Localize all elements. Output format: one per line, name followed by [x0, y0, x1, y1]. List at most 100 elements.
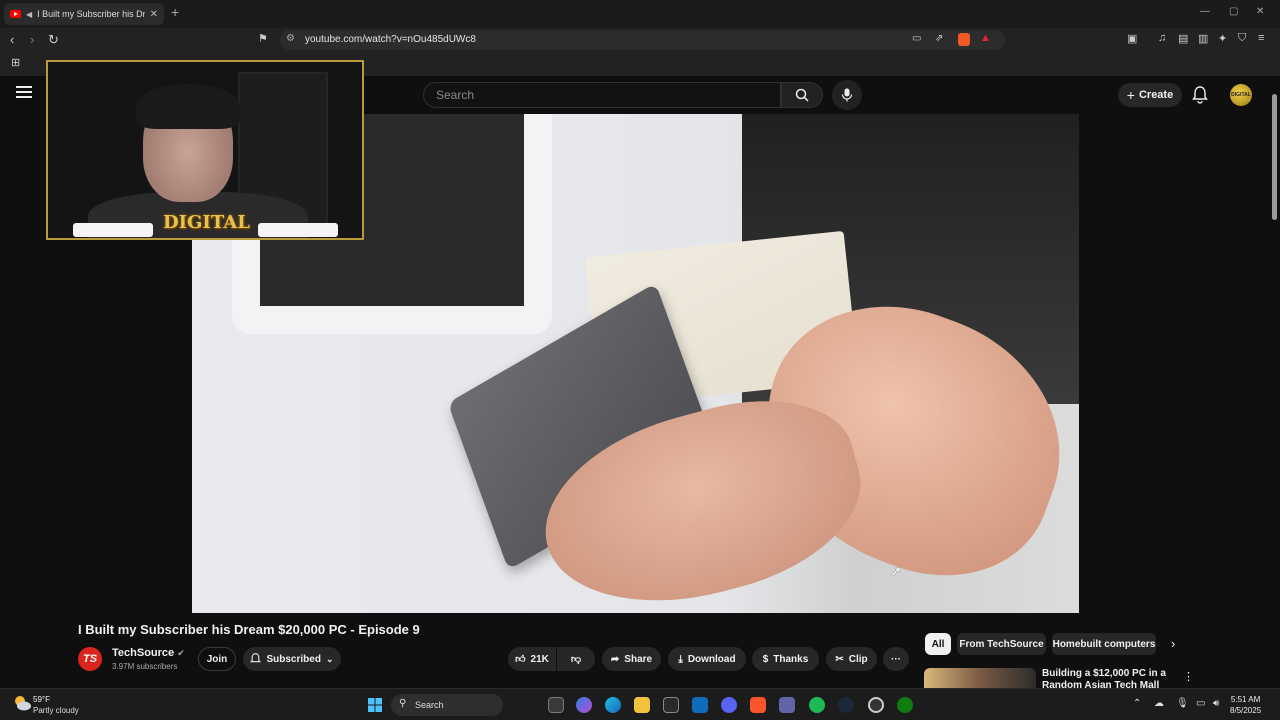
weather-icon[interactable] [12, 693, 32, 713]
windows-start-icon[interactable] [367, 697, 383, 713]
vpn-icon[interactable]: ⛉ [1238, 32, 1246, 45]
menu-icon[interactable]: ≡ [1258, 32, 1264, 44]
weather-condition: Partly cloudy [33, 706, 79, 715]
search-box[interactable] [423, 82, 781, 108]
thumbs-down-icon: 👎︎ [570, 654, 582, 665]
share-page-icon[interactable]: ⇗ [935, 33, 943, 44]
new-tab-icon[interactable]: + [171, 4, 179, 20]
windows-taskbar: 59°F Partly cloudy ⚲ Search ⌃ ☁ 🎙︎ ▭ 🔊︎ … [0, 688, 1280, 720]
steam-icon[interactable] [838, 697, 854, 713]
reading-list-icon[interactable]: ▤ [1178, 32, 1188, 45]
clip-button[interactable]: ✂ Clip [826, 647, 877, 671]
like-count: 21K [530, 653, 549, 665]
recommendation-title[interactable]: Building a $12,000 PC in a Random Asian … [1042, 668, 1172, 688]
download-icon: ⤓ [678, 653, 683, 665]
avatar-text: DIGITAL [1231, 92, 1251, 98]
webcam-person-hair [136, 84, 240, 129]
search-button[interactable] [781, 82, 823, 108]
obs-icon[interactable] [868, 697, 884, 713]
thanks-button[interactable]: $ Thanks [752, 647, 819, 671]
page-scrollbar[interactable] [1270, 86, 1278, 686]
browser-tab[interactable]: ◀︎ I Built my Subscriber his Dream ✕ [4, 3, 164, 25]
edge-icon[interactable] [605, 697, 621, 713]
more-icon: ··· [891, 653, 901, 665]
taskbar-search-icon: ⚲ [399, 698, 407, 709]
share-button[interactable]: ➦ Share [602, 647, 661, 671]
task-view-icon[interactable] [548, 697, 564, 713]
forward-icon[interactable]: › [30, 32, 34, 47]
rewards-icon[interactable]: ▲ [980, 32, 991, 44]
channel-avatar[interactable]: TS [78, 647, 102, 671]
site-settings-icon[interactable]: ⚙ [286, 33, 295, 44]
teams-icon[interactable] [779, 697, 795, 713]
video-title: I Built my Subscriber his Dream $20,000 … [78, 622, 420, 637]
chips-next-icon[interactable]: › [1171, 636, 1175, 651]
subscriber-count: 3.97M subscribers [112, 662, 178, 671]
account-avatar[interactable]: DIGITAL [1230, 84, 1252, 106]
super-thanks-icon: $ [762, 653, 769, 665]
back-icon[interactable]: ‹ [10, 32, 14, 47]
volume-icon[interactable]: 🔊︎ [1213, 698, 1219, 709]
channel-logo-text: TS [82, 653, 98, 665]
brave-shield-icon[interactable] [958, 33, 970, 46]
notifications-bell-icon[interactable] [1192, 86, 1208, 104]
onedrive-icon[interactable]: ☁ [1154, 698, 1164, 709]
speaker-icon[interactable]: ◀︎ [26, 10, 32, 19]
file-explorer-icon[interactable] [634, 697, 650, 713]
close-tab-icon[interactable]: ✕ [150, 9, 158, 20]
dislike-button[interactable]: 👎︎ [557, 647, 595, 671]
recommendation-thumbnail[interactable] [924, 668, 1036, 688]
brave-icon[interactable] [750, 697, 766, 713]
download-button[interactable]: ⤓ Download [668, 647, 746, 671]
wallet-icon[interactable]: ▥ [1198, 32, 1208, 45]
chip-from-channel[interactable]: From TechSource [957, 633, 1046, 655]
channel-name[interactable]: TechSource ✔ [112, 647, 185, 659]
microphone-tray-icon[interactable]: 🎙︎ [1176, 698, 1189, 709]
download-label: Download [687, 653, 736, 665]
network-icon[interactable]: ▭ [1196, 698, 1205, 709]
store-icon[interactable] [663, 697, 679, 713]
address-bar[interactable]: ⚙ youtube.com/watch?v=nOu485dUWc8 ▭ ⇗ ▲ [280, 30, 1005, 50]
like-button[interactable]: 👍︎ 21K [508, 647, 556, 671]
taskbar-clock[interactable]: 5:51 AM 8/5/2025 [1230, 694, 1261, 716]
close-window-icon[interactable]: ✕ [1256, 6, 1264, 17]
url-text: youtube.com/watch?v=nOu485dUWc8 [305, 34, 476, 45]
clock-date: 8/5/2025 [1230, 706, 1262, 715]
voice-search-button[interactable] [832, 80, 862, 110]
reload-icon[interactable]: ↻ [48, 32, 59, 48]
maximize-icon[interactable]: ▢ [1229, 6, 1238, 17]
create-label: Create [1138, 89, 1174, 101]
taskbar-search-label: Search [415, 700, 444, 710]
subscribed-label: Subscribed [266, 653, 321, 665]
channel-name-text: TechSource [112, 647, 175, 659]
more-actions-button[interactable]: ··· [883, 647, 909, 671]
join-button[interactable]: Join [198, 647, 236, 671]
outlook-icon[interactable] [692, 697, 708, 713]
scrollbar-thumb[interactable] [1272, 94, 1277, 220]
create-button[interactable]: + Create [1118, 83, 1182, 107]
guide-menu-icon[interactable] [16, 86, 32, 100]
tray-overflow-icon[interactable]: ⌃ [1133, 698, 1141, 709]
discord-icon[interactable] [721, 697, 737, 713]
xbox-icon[interactable] [897, 697, 913, 713]
spotify-icon[interactable] [809, 697, 825, 713]
browser-nav-bar: ‹ › ↻ ⚑ ⚙ youtube.com/watch?v=nOu485dUWc… [0, 28, 1280, 52]
bookmark-icon[interactable]: ⚑ [258, 32, 268, 45]
chip-homebuilt-computers[interactable]: Homebuilt computers [1052, 633, 1156, 655]
ai-assistant-icon[interactable]: ✦ [1218, 32, 1227, 45]
verified-badge-icon: ✔ [177, 648, 185, 658]
music-icon[interactable]: ♫ [1158, 32, 1166, 44]
subscribed-button[interactable]: Subscribed ⌄ [243, 647, 341, 671]
apps-grid-icon[interactable]: ⊞ [11, 56, 20, 69]
share-icon: ➦ [610, 653, 620, 665]
taskbar-search[interactable]: ⚲ Search [391, 694, 503, 716]
recommendation-menu-icon[interactable]: ⋮ [1183, 670, 1194, 683]
minimize-icon[interactable]: — [1200, 6, 1210, 17]
sidebar-icon[interactable]: ▣ [1127, 32, 1137, 45]
cast-icon[interactable]: ▭ [912, 33, 921, 44]
search-input[interactable] [424, 83, 780, 107]
chip-all[interactable]: All [925, 633, 951, 655]
clip-label: Clip [848, 653, 868, 665]
copilot-icon[interactable] [576, 697, 592, 713]
youtube-icon [10, 10, 21, 18]
